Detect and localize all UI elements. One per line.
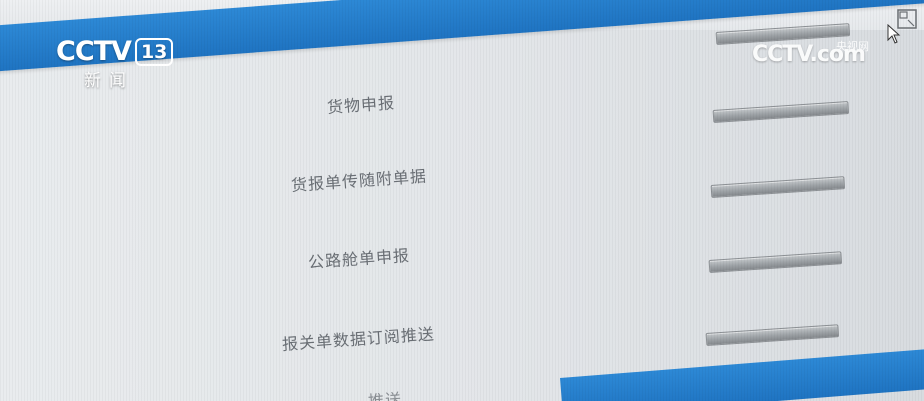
status-bar-slot <box>712 101 850 123</box>
status-bar-slot <box>705 324 840 346</box>
web-logo: CCTV.com 央视网 <box>752 40 869 67</box>
channel-logo-brand: CCTV <box>56 36 132 67</box>
channel-logo: CCTV 13 新闻 <box>56 36 174 91</box>
menu-item-push[interactable]: 推送 <box>367 386 403 401</box>
footer-bar <box>560 345 924 401</box>
menu-item-declaration-subscription[interactable]: 报关单数据订阅推送 <box>281 320 435 355</box>
channel-number: 13 <box>134 38 174 66</box>
menu-item-cargo-declaration[interactable]: 货物申报 <box>326 89 396 118</box>
status-bar-slot <box>708 251 843 273</box>
cursor-icon <box>887 24 901 44</box>
channel-subtitle: 新闻 <box>84 71 134 91</box>
web-logo-subtitle: 央视网 <box>836 40 869 53</box>
menu-item-attached-documents[interactable]: 货报单传随附单据 <box>290 163 427 196</box>
status-bar-slot <box>710 176 846 198</box>
menu-item-road-manifest[interactable]: 公路舱单申报 <box>307 242 410 273</box>
